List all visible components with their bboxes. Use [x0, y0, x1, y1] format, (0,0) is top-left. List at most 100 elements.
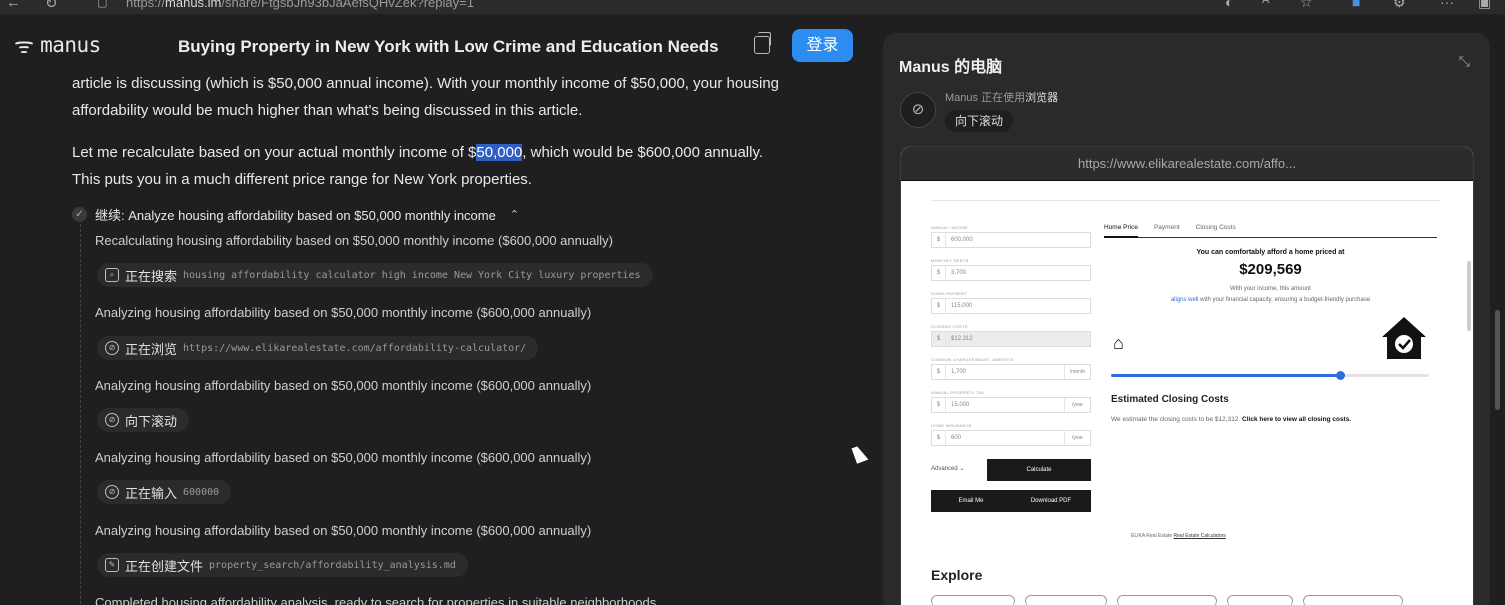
chevron-up-icon[interactable]: ⌃: [510, 208, 519, 221]
check-icon: ✓: [72, 207, 87, 222]
url-prefix: https://: [126, 0, 166, 10]
tab-home-price[interactable]: Home Price: [1104, 224, 1138, 238]
property-tax-field[interactable]: ANNUAL PROPERTY TAX $15,000/year: [931, 390, 1091, 413]
slider-fill: [1111, 374, 1340, 377]
field-value[interactable]: 1,700: [946, 369, 1064, 375]
closing-costs-heading: Estimated Closing Costs: [1111, 394, 1229, 405]
remote-browser: https://www.elikarealestate.com/affo... …: [900, 146, 1474, 605]
currency-icon: $: [932, 398, 946, 412]
price-slider[interactable]: [1111, 371, 1429, 380]
closing-costs-link[interactable]: Click here to view all closing costs.: [1242, 416, 1351, 423]
login-button[interactable]: 登录: [792, 29, 853, 62]
desc-rest: with your financial capacity, ensuring a…: [1198, 297, 1371, 303]
house-check-icon: [1382, 317, 1426, 359]
step-connector: [80, 224, 81, 605]
status-tool: 浏览器: [1025, 92, 1059, 104]
tool-chip-create-file[interactable]: ✎ 正在创建文件 property_search/affordability_a…: [97, 553, 468, 577]
share-icon[interactable]: [754, 32, 771, 54]
annual-income-field[interactable]: ANNUAL INCOME $600,000: [931, 225, 1091, 248]
tool-arg: housing affordability calculator high in…: [183, 269, 641, 281]
tool-arg: 600000: [183, 486, 220, 498]
logo[interactable]: ᯤ manus: [14, 30, 101, 60]
url-path: /share/FtgsbJh93bJaAefsQHvZek?replay=1: [221, 0, 474, 10]
slider-handle[interactable]: [1335, 371, 1345, 380]
field-value[interactable]: 3,700: [946, 270, 1090, 276]
sidebar-icon[interactable]: ▣: [1478, 0, 1491, 11]
read-aloud-icon[interactable]: A: [1262, 0, 1269, 6]
settings-icon[interactable]: ⚙: [1393, 0, 1406, 11]
reload-icon[interactable]: ↻: [45, 0, 58, 12]
home-insurance-field[interactable]: HOME INSURANCE $600/year: [931, 423, 1091, 446]
more-icon[interactable]: ···: [1440, 0, 1454, 10]
current-action-badge: 向下滚动: [945, 110, 1014, 132]
remote-page[interactable]: ANNUAL INCOME $600,000 MONTHLY DEBTS $3,…: [901, 181, 1473, 605]
agent-status: Manus 正在使用浏览器: [945, 89, 1058, 105]
calculate-button[interactable]: Calculate: [987, 459, 1091, 481]
step-text: Recalculating housing affordability base…: [95, 233, 613, 248]
tool-action: 正在浏览: [125, 341, 178, 357]
panel-title: Manus 的电脑: [899, 59, 1003, 76]
remote-url-bar: https://www.elikarealestate.com/affo...: [901, 147, 1473, 181]
step-text: Analyzing housing affordability based on…: [95, 523, 592, 538]
field-value[interactable]: 15,000: [946, 402, 1064, 408]
tab-payment[interactable]: Payment: [1154, 224, 1180, 237]
explore-pill[interactable]: [1025, 595, 1107, 605]
house-dollar-icon: ⌂: [1113, 333, 1124, 353]
field-label: ANNUAL PROPERTY TAX: [931, 390, 985, 395]
field-value[interactable]: 600,000: [946, 237, 1090, 243]
afford-description: With your income, this amount aligns wel…: [1104, 284, 1437, 306]
tool-chip-search[interactable]: ⌕ 正在搜索 housing affordability calculator …: [97, 263, 653, 287]
explore-pill[interactable]: [931, 595, 1015, 605]
explore-pill[interactable]: [1303, 595, 1403, 605]
field-label: CLOSING COSTS: [931, 324, 968, 329]
para2-before: Let me recalculate based on your actual …: [72, 144, 477, 161]
advanced-toggle[interactable]: Advanced ⌄: [931, 465, 964, 472]
field-label: ANNUAL INCOME: [931, 225, 969, 230]
closing-costs-text: We estimate the closing costs to be $12,…: [1111, 416, 1351, 423]
common-charges-field[interactable]: COMMON CHARGES/MAINT. AMENITIE $1,700/mo…: [931, 357, 1091, 380]
translate-icon[interactable]: ◐: [1225, 0, 1233, 10]
field-label: MONTHLY DEBTS: [931, 258, 969, 263]
explore-pill[interactable]: [1117, 595, 1217, 605]
page-scrollbar[interactable]: [1495, 310, 1500, 410]
afford-price: $209,569: [1239, 261, 1302, 278]
footer-link[interactable]: Real Estate Calculators: [1174, 533, 1226, 539]
task-label: 继续: Analyze housing affordability based …: [95, 208, 496, 223]
closing-text: We estimate the closing costs to be $12,…: [1111, 416, 1243, 423]
tool-arg: property_search/affordability_analysis.m…: [209, 559, 456, 571]
download-pdf-button[interactable]: Download PDF: [1011, 490, 1091, 512]
advanced-label: Advanced: [931, 466, 958, 472]
page-title: Buying Property in New York with Low Cri…: [178, 37, 719, 56]
desc-line-2: aligns well with your financial capacity…: [1104, 295, 1437, 306]
url-domain: manus.im: [165, 0, 222, 10]
field-value[interactable]: 600: [946, 435, 1064, 441]
desc-link[interactable]: aligns well: [1171, 297, 1199, 303]
favorite-icon[interactable]: ☆: [1300, 0, 1313, 11]
tool-chip-scroll[interactable]: ⊘ 向下滚动: [97, 408, 190, 432]
collapse-icon[interactable]: ⤡: [1459, 53, 1470, 70]
field-label: HOME INSURANCE: [931, 423, 972, 428]
back-icon[interactable]: ←: [6, 0, 21, 11]
browser-tool-icon: ⊘: [900, 92, 936, 128]
task-header[interactable]: ✓ 继续: Analyze housing affordability base…: [72, 205, 519, 224]
address-bar[interactable]: https://manus.im/share/FtgsbJh93bJaAefsQ…: [126, 0, 474, 10]
down-payment-field[interactable]: DOWN PAYMENT $115,000: [931, 291, 1091, 314]
currency-icon: $: [932, 266, 946, 280]
explore-heading: Explore: [931, 567, 983, 583]
tab-closing-costs[interactable]: Closing Costs: [1196, 224, 1236, 237]
remote-scrollbar[interactable]: [1467, 261, 1471, 331]
email-me-button[interactable]: Email Me: [931, 490, 1011, 512]
edit-icon: ✎: [105, 558, 119, 572]
explore-pill[interactable]: [1227, 595, 1293, 605]
extension-icon[interactable]: ■: [1352, 0, 1360, 10]
browse-icon: ⊘: [105, 413, 119, 427]
currency-icon: $: [932, 299, 946, 313]
monthly-debts-field[interactable]: MONTHLY DEBTS $3,700: [931, 258, 1091, 281]
desc-line-1: With your income, this amount: [1230, 286, 1311, 292]
afford-heading: You can comfortably afford a home priced…: [1196, 249, 1345, 256]
tool-chip-browse[interactable]: ⊘ 正在浏览 https://www.elikarealestate.com/a…: [97, 336, 539, 360]
field-value[interactable]: 115,000: [946, 303, 1090, 309]
site-info-icon[interactable]: ▢: [97, 0, 107, 9]
tool-chip-input[interactable]: ⊘ 正在输入 600000: [97, 480, 232, 504]
currency-icon: $: [932, 431, 946, 445]
